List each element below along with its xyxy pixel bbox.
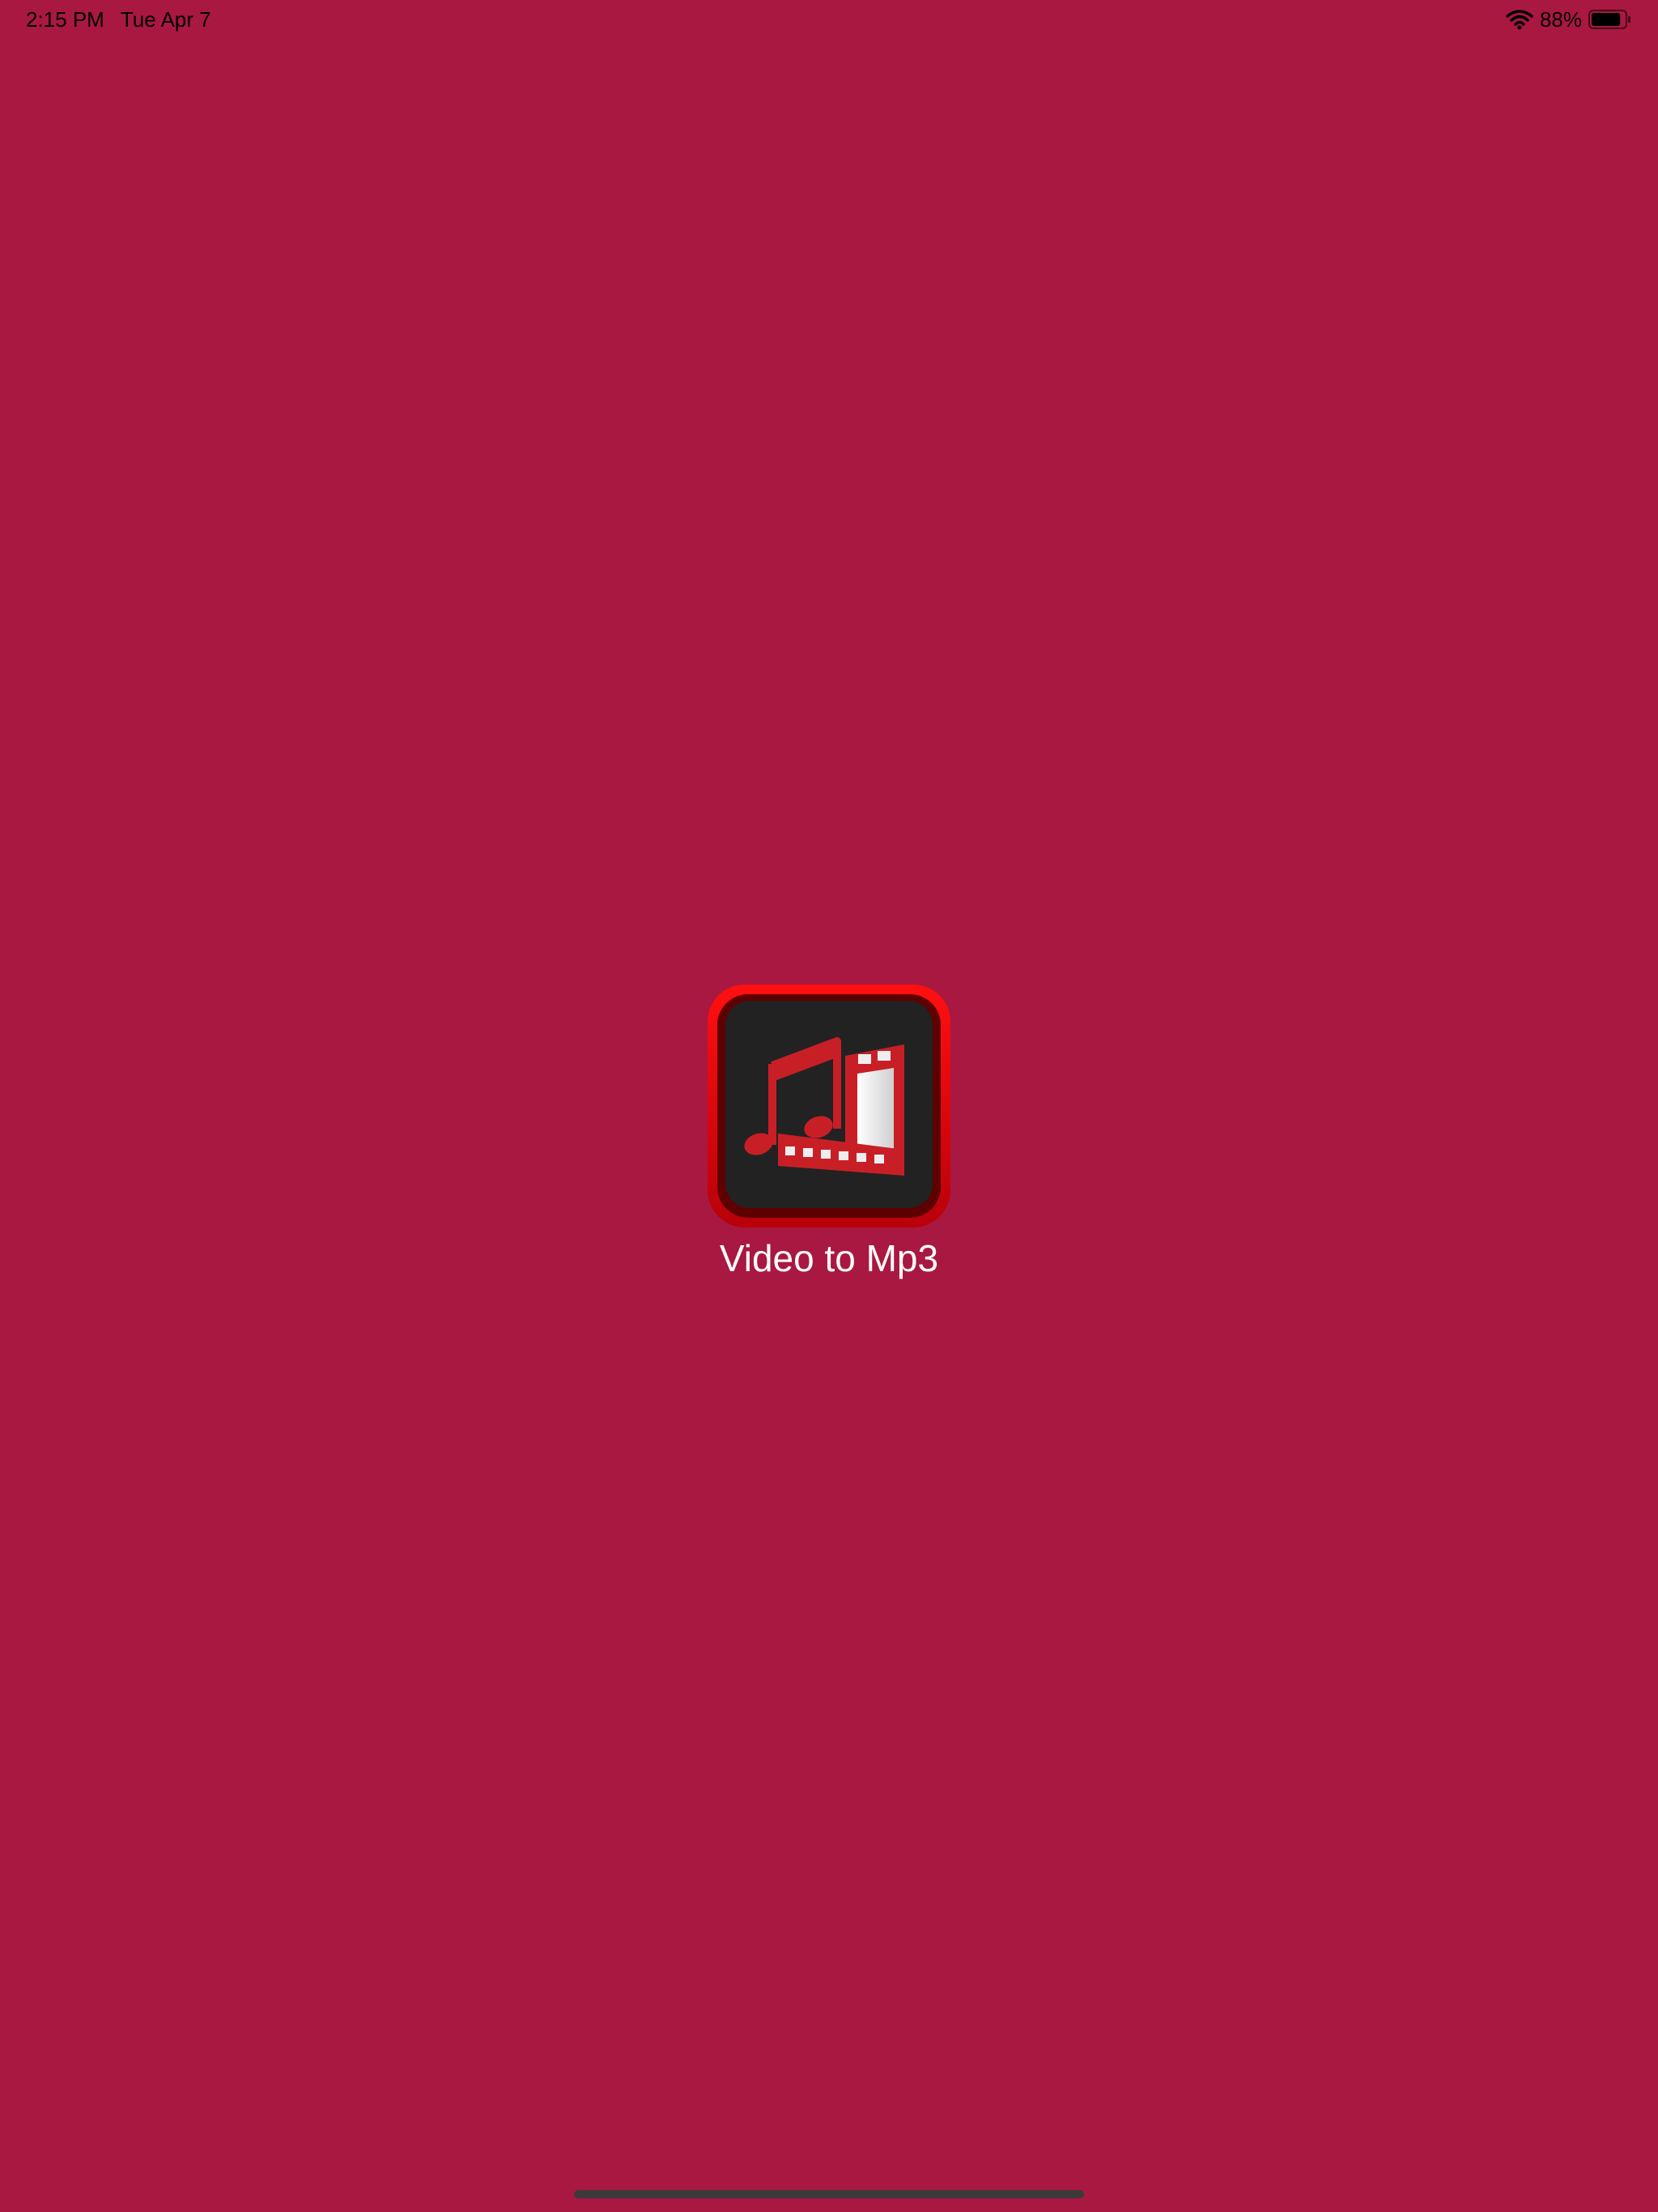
home-indicator[interactable] [574,2190,1084,2198]
battery-percent: 88% [1539,6,1582,32]
status-right: 88% [1506,6,1632,32]
status-time: 2:15 PM [26,7,104,32]
wifi-icon [1506,10,1533,30]
app-name: Video to Mp3 [719,1237,939,1279]
status-left: 2:15 PM Tue Apr 7 [26,6,211,32]
battery-icon [1588,10,1630,29]
status-bar: 2:15 PM Tue Apr 7 88% [0,0,1658,39]
app-logo-music-film-icon [708,985,950,1227]
status-date: Tue Apr 7 [120,7,211,32]
splash-screen: Video to Mp3 [699,985,959,1283]
